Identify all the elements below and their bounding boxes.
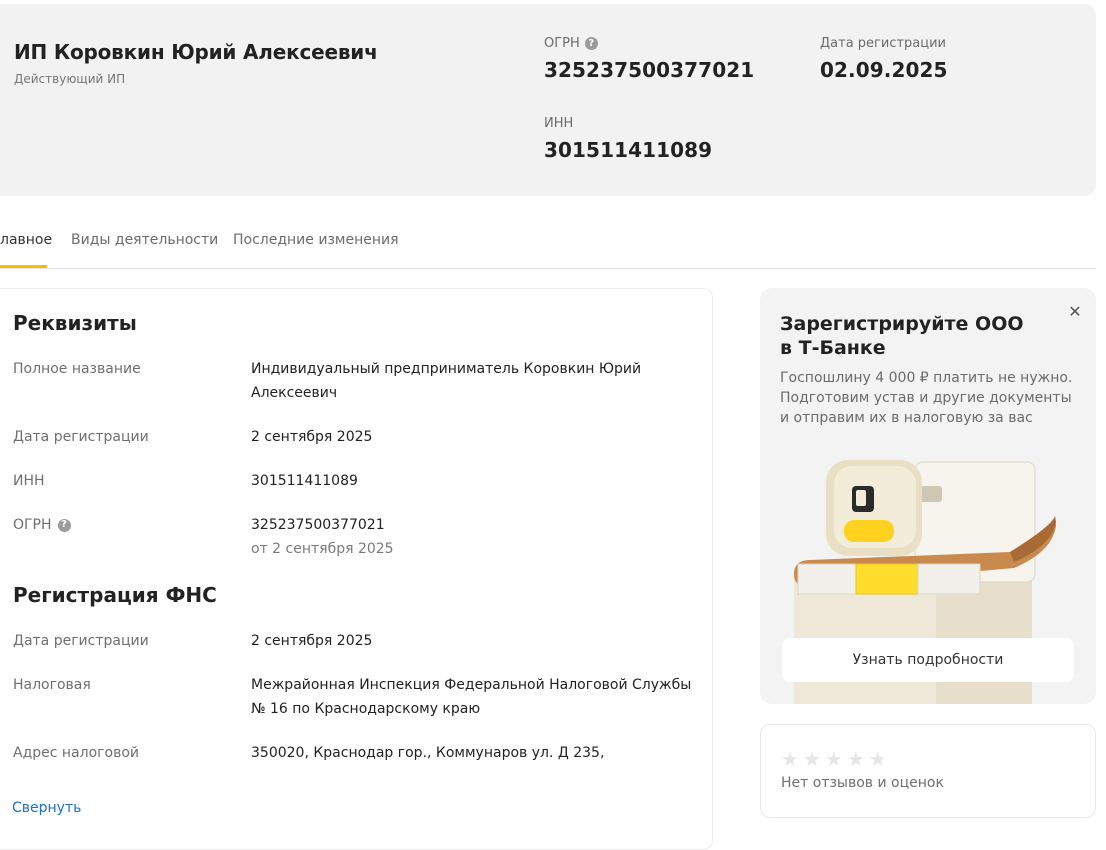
rating-stars[interactable]: ★ ★ ★ ★ ★ <box>781 749 887 769</box>
tax-office-label: Налоговая <box>13 677 91 693</box>
ogrn-row-label-group: ОГРН ? <box>13 517 71 533</box>
company-name: ИП Коровкин Юрий Алексеевич <box>14 40 378 64</box>
requisites-title: Реквизиты <box>13 311 137 335</box>
ogrn-value: 325237500377021 <box>544 58 755 82</box>
question-circle-icon[interactable]: ? <box>57 518 71 532</box>
company-status: Действующий ИП <box>14 72 126 86</box>
ogrn-row-value-group: 325237500377021 от 2 сентября 2025 <box>251 513 701 561</box>
promo-title: Зарегистрируйте ООО в Т-Банке <box>780 313 1024 359</box>
inn-row-value: 301511411089 <box>251 473 358 489</box>
learn-more-button[interactable]: Узнать подробности <box>782 638 1074 682</box>
reviews-card: ★ ★ ★ ★ ★ Нет отзывов и оценок <box>760 724 1096 818</box>
ogrn-row-label: ОГРН <box>13 517 52 533</box>
tax-office-address-value: 350020, Краснодар гор., Коммунаров ул. Д… <box>251 745 605 761</box>
reg-date-value: 02.09.2025 <box>820 58 948 82</box>
fns-reg-date-label: Дата регистрации <box>13 633 149 649</box>
promo-card: Зарегистрируйте ООО в Т-Банке Госпошлину… <box>760 288 1096 704</box>
fns-title: Регистрация ФНС <box>13 583 217 607</box>
inn-label: ИНН <box>544 116 574 131</box>
ogrn-row-date: от 2 сентября 2025 <box>251 541 394 557</box>
full-name-label: Полное название <box>13 361 141 377</box>
full-name-value: Индивидуальный предприниматель Коровкин … <box>251 361 642 401</box>
star-icon[interactable]: ★ <box>825 749 843 769</box>
collapse-link[interactable]: Свернуть <box>12 800 81 816</box>
inn-value: 301511411089 <box>544 138 713 162</box>
tab-bar: лавное Виды деятельности Последние измен… <box>0 196 1096 269</box>
fns-reg-date-value: 2 сентября 2025 <box>251 633 373 649</box>
reg-date-row-label: Дата регистрации <box>13 429 149 445</box>
ogrn-row-value: 325237500377021 <box>251 517 385 533</box>
details-card: Реквизиты Полное название Индивидуальный… <box>0 288 713 850</box>
star-icon[interactable]: ★ <box>869 749 887 769</box>
star-icon[interactable]: ★ <box>803 749 821 769</box>
tax-office-value: Межрайонная Инспекция Федеральной Налого… <box>251 677 692 717</box>
ogrn-label-group: ОГРН ? <box>544 36 598 51</box>
tab-main[interactable]: лавное <box>0 232 52 248</box>
tax-office-address-label: Адрес налоговой <box>13 745 139 761</box>
question-circle-icon[interactable]: ? <box>584 37 598 50</box>
tab-activities[interactable]: Виды деятельности <box>71 232 218 248</box>
active-tab-indicator <box>0 265 47 268</box>
inn-row-label: ИНН <box>13 473 45 489</box>
close-icon[interactable]: ✕ <box>1064 300 1086 322</box>
ogrn-label: ОГРН <box>544 36 580 51</box>
star-icon[interactable]: ★ <box>781 749 799 769</box>
reg-date-label: Дата регистрации <box>820 36 947 51</box>
no-reviews-text: Нет отзывов и оценок <box>781 775 944 791</box>
company-header-card: ИП Коровкин Юрий Алексеевич Действующий … <box>0 4 1096 196</box>
star-icon[interactable]: ★ <box>847 749 865 769</box>
reg-date-row-value: 2 сентября 2025 <box>251 429 373 445</box>
promo-text: Госпошлину 4 000 ₽ платить не нужно. Под… <box>780 370 1073 426</box>
tab-recent-changes[interactable]: Последние изменения <box>233 232 399 248</box>
